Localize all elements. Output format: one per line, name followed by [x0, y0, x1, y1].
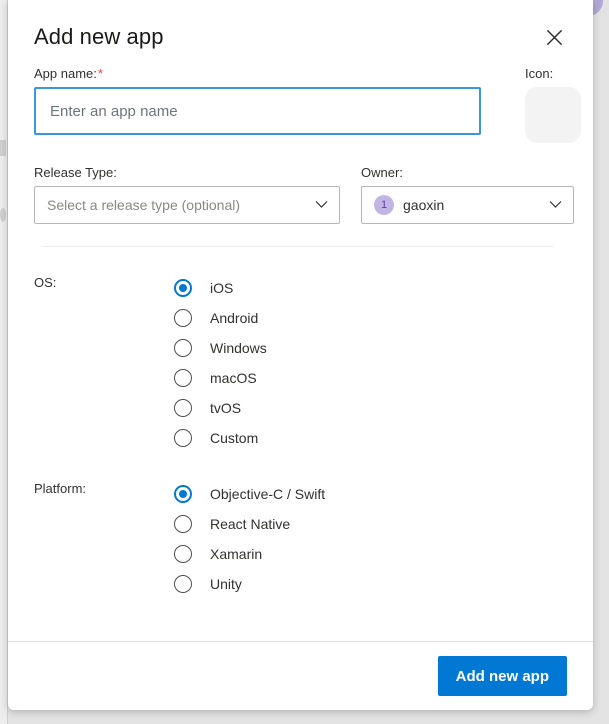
os-option[interactable]: tvOS — [174, 393, 567, 423]
platform-options: Objective-C / Swift React Native Xamarin Un… — [174, 479, 567, 599]
app-name-row: App name:* Icon: — [34, 66, 581, 143]
required-asterisk: * — [97, 66, 103, 81]
platform-option[interactable]: Unity — [174, 569, 567, 599]
app-icon-field-group: Icon: — [525, 66, 581, 143]
platform-option-label: Objective-C / Swift — [210, 486, 326, 502]
os-option-label: iOS — [210, 280, 234, 296]
owner-value: gaoxin — [403, 197, 445, 213]
add-new-app-button[interactable]: Add new app — [437, 656, 567, 696]
platform-option[interactable]: Xamarin — [174, 539, 567, 569]
app-name-field-group: App name:* — [34, 66, 481, 135]
avatar: 1 — [374, 195, 394, 215]
chevron-down-icon — [549, 196, 562, 214]
os-option[interactable]: iOS — [174, 273, 567, 303]
os-option-label: tvOS — [210, 400, 242, 416]
app-name-input[interactable] — [34, 87, 481, 135]
radio-icon[interactable] — [174, 429, 192, 447]
app-name-label: App name:* — [34, 66, 481, 81]
radio-icon[interactable] — [174, 279, 192, 297]
app-name-label-text: App name: — [34, 66, 97, 81]
icon-label: Icon: — [525, 66, 554, 81]
release-owner-row: Release Type: Select a release type (opt… — [34, 165, 574, 224]
os-option-label: Custom — [210, 430, 259, 446]
section-divider — [42, 246, 553, 247]
chevron-down-icon — [315, 196, 328, 214]
close-button[interactable] — [539, 22, 569, 52]
platform-option[interactable]: Objective-C / Swift — [174, 479, 567, 509]
owner-field-group: Owner: 1 gaoxin — [361, 165, 574, 224]
platform-option-label: React Native — [210, 516, 291, 532]
platform-option[interactable]: React Native — [174, 509, 567, 539]
platform-label: Platform: — [34, 481, 87, 496]
os-option[interactable]: Custom — [174, 423, 567, 453]
close-icon — [546, 29, 563, 46]
release-type-select[interactable]: Select a release type (optional) — [34, 186, 340, 224]
owner-select[interactable]: 1 gaoxin — [361, 186, 574, 224]
radio-icon[interactable] — [174, 545, 192, 563]
os-radio-group: OS: iOS Android Windows macOS tvOS Custom — [34, 273, 567, 453]
os-option-label: Windows — [210, 340, 267, 356]
background-left-rail — [0, 0, 8, 724]
radio-icon[interactable] — [174, 309, 192, 327]
add-new-app-dialog: Add new app App name:* Icon: — [8, 0, 593, 710]
page-title: Add new app — [34, 24, 164, 49]
radio-icon[interactable] — [174, 369, 192, 387]
background-left-fragment-2 — [0, 208, 6, 222]
os-option-label: macOS — [210, 370, 257, 386]
owner-label: Owner: — [361, 165, 403, 180]
dialog-body: App name:* Icon: Release Type: Select a … — [8, 50, 593, 641]
release-type-label: Release Type: — [34, 165, 117, 180]
os-label: OS: — [34, 275, 57, 290]
release-type-value: Select a release type (optional) — [47, 197, 240, 213]
platform-option-label: Xamarin — [210, 546, 263, 562]
dialog-footer: Add new app — [8, 641, 593, 710]
radio-icon[interactable] — [174, 575, 192, 593]
radio-icon[interactable] — [174, 339, 192, 357]
os-options: iOS Android Windows macOS tvOS Custom — [174, 273, 567, 453]
radio-icon[interactable] — [174, 399, 192, 417]
os-option[interactable]: macOS — [174, 363, 567, 393]
os-option[interactable]: Android — [174, 303, 567, 333]
release-type-field-group: Release Type: Select a release type (opt… — [34, 165, 340, 224]
platform-radio-group: Platform: Objective-C / Swift React Nativ… — [34, 479, 567, 599]
dialog-header: Add new app — [8, 0, 593, 50]
os-option[interactable]: Windows — [174, 333, 567, 363]
app-icon-upload-box[interactable] — [525, 87, 581, 143]
background-left-fragment — [0, 140, 6, 156]
os-option-label: Android — [210, 310, 259, 326]
platform-option-label: Unity — [210, 576, 242, 592]
radio-icon[interactable] — [174, 485, 192, 503]
radio-icon[interactable] — [174, 515, 192, 533]
